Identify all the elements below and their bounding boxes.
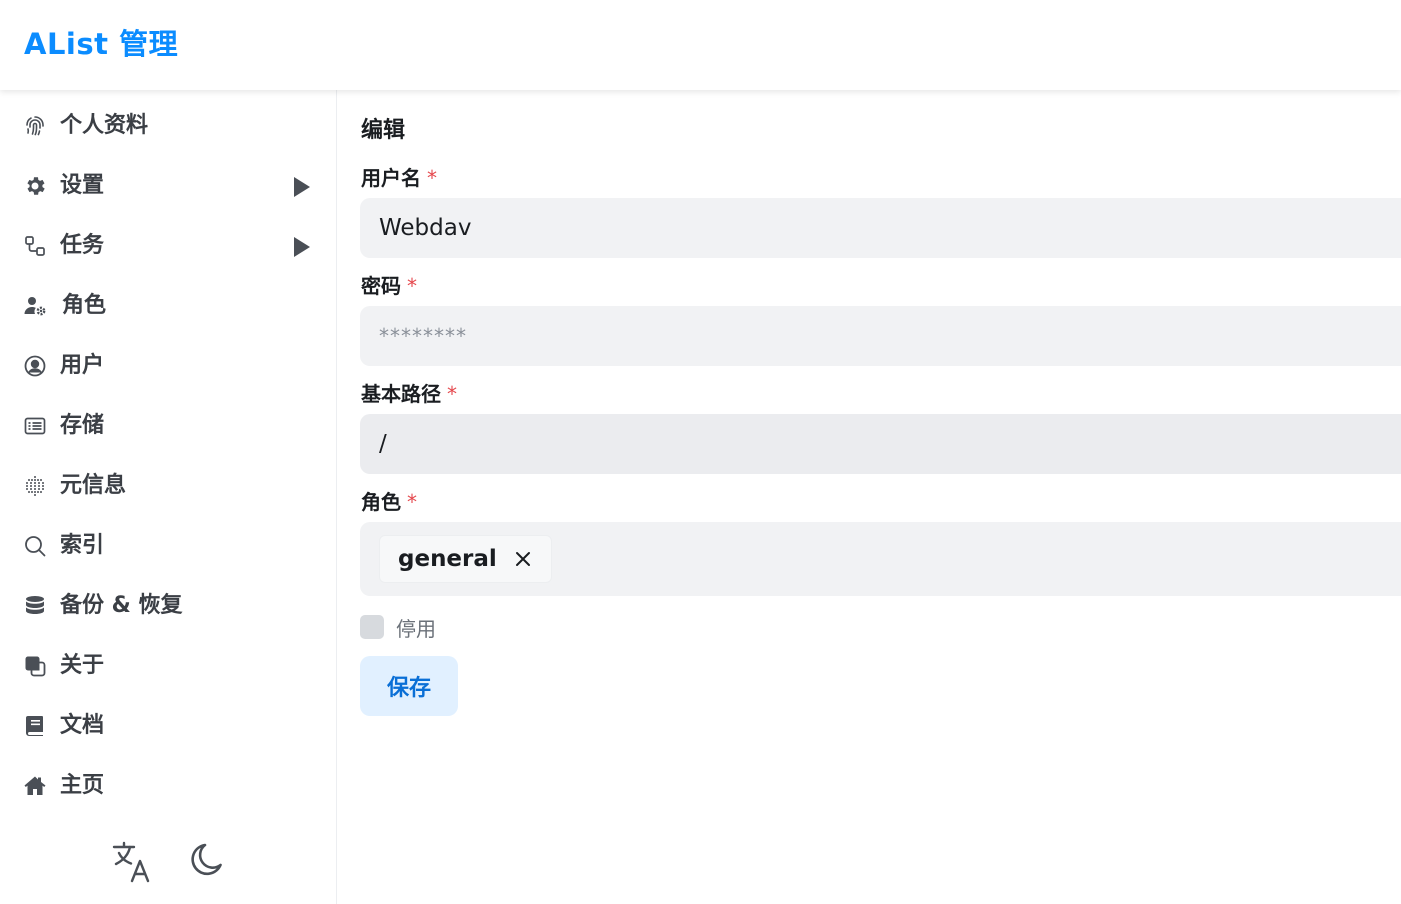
sidebar: 个人资料 设置 任务 角色 用户 存储 元信息 索引 备份 & 恢复 关于 文档… [0, 90, 337, 904]
sidebar-item-label: 备份 & 恢复 [60, 593, 183, 618]
disabled-checkbox[interactable] [360, 615, 384, 639]
sidebar-item-label: 角色 [62, 293, 107, 318]
sidebar-item-storages[interactable]: 存储 [12, 400, 324, 452]
sidebar-item-label: 存储 [60, 413, 105, 438]
language-switch-button[interactable] [108, 840, 156, 888]
search-icon [22, 533, 48, 559]
user-gear-icon [22, 293, 48, 319]
sidebar-item-roles[interactable]: 角色 [12, 280, 324, 332]
sidebar-item-label: 个人资料 [60, 113, 149, 138]
sidebar-item-profile[interactable]: 个人资料 [12, 100, 324, 152]
required-mark: * [407, 274, 417, 298]
role-tag: general [379, 535, 552, 583]
sidebar-item-tasks[interactable]: 任务 [12, 220, 324, 272]
sidebar-item-backup-restore[interactable]: 备份 & 恢复 [12, 580, 324, 632]
fingerprint-icon [22, 113, 48, 139]
sidebar-item-about[interactable]: 关于 [12, 640, 324, 692]
theme-toggle-button[interactable] [180, 840, 228, 888]
base-path-input[interactable] [360, 414, 1401, 474]
username-input[interactable] [360, 198, 1401, 258]
caret-right-icon[interactable] [294, 177, 310, 197]
sidebar-item-label: 设置 [60, 173, 105, 198]
password-input[interactable] [360, 306, 1401, 366]
required-mark: * [447, 382, 457, 406]
sidebar-item-label: 任务 [60, 233, 105, 258]
sidebar-item-home[interactable]: 主页 [12, 760, 324, 812]
save-button[interactable]: 保存 [360, 656, 458, 716]
top-header: AList 管理 [0, 0, 1401, 90]
sidebar-item-metas[interactable]: 元信息 [12, 460, 324, 512]
sidebar-item-label: 关于 [60, 653, 105, 678]
gear-icon [22, 173, 48, 199]
base-path-label: 基本路径 * [361, 380, 457, 408]
app-title[interactable]: AList 管理 [24, 24, 178, 64]
page-title: 编辑 [361, 118, 406, 143]
close-icon[interactable] [513, 549, 533, 569]
disabled-label: 停用 [396, 616, 436, 641]
metadata-icon [22, 473, 48, 499]
storage-icon [22, 413, 48, 439]
database-icon [22, 593, 48, 619]
role-multiselect[interactable]: general [360, 522, 1401, 596]
copy-icon [22, 653, 48, 679]
book-icon [22, 713, 48, 739]
sidebar-item-users[interactable]: 用户 [12, 340, 324, 392]
home-icon [22, 773, 48, 799]
sidebar-item-indexes[interactable]: 索引 [12, 520, 324, 572]
sidebar-item-label: 文档 [60, 713, 105, 738]
base-path-label-text: 基本路径 [361, 382, 441, 406]
password-label: 密码 * [361, 272, 417, 300]
sidebar-item-label: 索引 [60, 533, 105, 558]
sidebar-toolbar [0, 840, 337, 890]
sidebar-item-label: 主页 [60, 773, 105, 798]
sidebar-item-settings[interactable]: 设置 [12, 160, 324, 212]
password-label-text: 密码 [361, 274, 401, 298]
disabled-row: 停用 [360, 610, 436, 644]
username-label-text: 用户名 [361, 166, 421, 190]
main-content: 编辑 用户名* 密码* 基本路径* 角色* general 停用 保存 [338, 90, 1401, 904]
sidebar-item-docs[interactable]: 文档 [12, 700, 324, 752]
sidebar-item-label: 用户 [60, 353, 105, 378]
role-label: 角色 * [361, 488, 417, 516]
required-mark: * [427, 166, 437, 190]
role-tag-label: general [398, 546, 497, 572]
user-circle-icon [22, 353, 48, 379]
moon-icon [182, 840, 226, 888]
workflow-icon [22, 233, 48, 259]
required-mark: * [407, 490, 417, 514]
username-label: 用户名 * [361, 164, 437, 192]
translate-icon [110, 840, 154, 888]
role-label-text: 角色 [361, 490, 401, 514]
sidebar-item-label: 元信息 [60, 473, 127, 498]
caret-right-icon[interactable] [294, 237, 310, 257]
